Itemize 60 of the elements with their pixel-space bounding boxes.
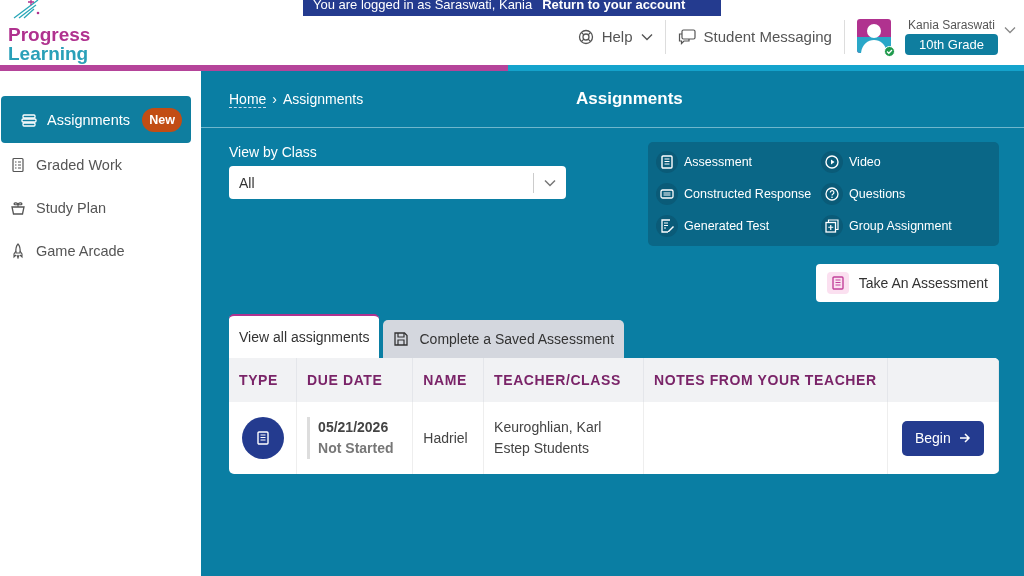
class-select[interactable]: All [229, 166, 566, 199]
help-menu[interactable]: Help [577, 28, 653, 45]
table-cell: Hadriel [412, 402, 484, 474]
plant-box-icon [10, 199, 26, 216]
take-assessment-button[interactable]: Take An Assessment [815, 264, 999, 302]
teacher-name: Keuroghlian, Karl [494, 418, 603, 437]
avatar-icon [856, 18, 891, 53]
breadcrumb-current: Assignments [283, 91, 364, 107]
return-link[interactable]: Return to your account [542, 0, 686, 12]
sidebar-item[interactable]: Assignments New [1, 96, 191, 143]
graded-sheet-icon [10, 156, 26, 173]
legend-label: Constructed Response [684, 187, 812, 201]
question-icon [824, 186, 840, 202]
class-name: Estep Students [494, 439, 590, 458]
column-header: DUE DATE [296, 358, 413, 402]
chat-icon [677, 28, 696, 45]
column-header: NAME [412, 358, 484, 402]
list-icon [659, 154, 675, 170]
books-icon [21, 111, 37, 128]
banner-text: You are logged in as Saraswati, Kania [313, 0, 533, 12]
list-icon [829, 275, 846, 291]
logo-text: Progress [8, 24, 91, 44]
arrow-right-icon [958, 432, 971, 444]
star-streak-icon [12, 0, 42, 19]
column-header: TYPE [229, 358, 297, 402]
page-title: Assignments [576, 89, 683, 109]
column-header: TEACHER/CLASS [483, 358, 644, 402]
sidebar-item[interactable]: Study Plan [1, 186, 191, 229]
due-date: 05/21/2026 [318, 418, 390, 437]
breadcrumb-link[interactable]: Home [229, 90, 267, 108]
legend-label: Questions [849, 187, 906, 201]
column-header: NOTES FROM YOUR TEACHER [643, 358, 888, 402]
field-label: View by Class [229, 144, 318, 160]
plus-square-icon [824, 218, 840, 234]
sidebar-item[interactable]: Graded Work [1, 143, 191, 186]
chevron-down-icon [1004, 25, 1016, 34]
help-icon [577, 28, 594, 45]
grade-badge: 10th Grade [904, 34, 998, 55]
play-icon [824, 154, 840, 170]
begin-button[interactable]: Begin [901, 420, 984, 456]
messaging-button[interactable]: Student Messaging [677, 28, 832, 45]
new-badge: New [142, 107, 182, 132]
rocket-icon [10, 242, 26, 259]
pencil-list-icon [659, 218, 675, 234]
list-icon [254, 430, 271, 446]
legend-label: Generated Test [684, 219, 770, 233]
status-text: Not Started [318, 439, 395, 458]
legend-label: Assessment [684, 155, 753, 169]
chevron-down-icon [640, 32, 653, 41]
chevron-down-icon [544, 178, 556, 187]
breadcrumb-separator: › [272, 91, 278, 107]
tab[interactable]: Complete a Saved Assessment [383, 320, 625, 358]
legend-label: Group Assignment [849, 219, 952, 233]
legend-label: Video [849, 155, 881, 169]
sidebar-item[interactable]: Game Arcade [1, 229, 191, 272]
user-name: Kania Saraswati [908, 18, 995, 32]
tab[interactable]: View all assignments [229, 314, 380, 358]
save-icon [393, 331, 410, 347]
logo-text: Learning [8, 43, 89, 63]
text-lines-icon [659, 186, 675, 202]
